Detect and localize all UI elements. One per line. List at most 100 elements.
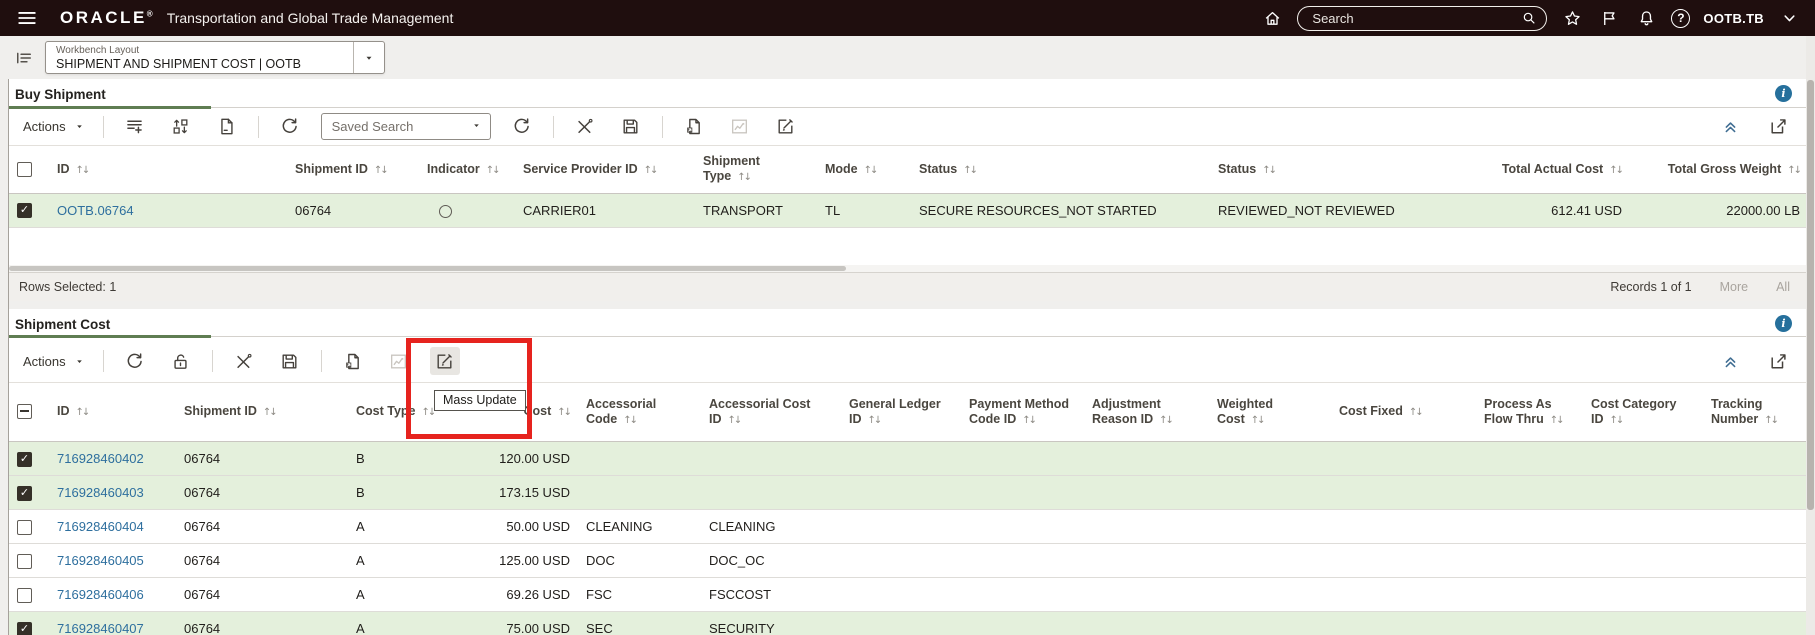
row-checkbox[interactable]: ✓ xyxy=(17,451,32,467)
cut-icon[interactable] xyxy=(570,113,600,141)
search-input[interactable] xyxy=(1310,9,1522,27)
sort-icon[interactable]: ↑↓ xyxy=(76,165,91,176)
empty-rows-area xyxy=(9,227,1806,265)
user-chevron-down-icon[interactable] xyxy=(1777,6,1801,30)
row-id-link[interactable]: 716928460404 xyxy=(57,519,144,534)
scrollbar-thumb[interactable] xyxy=(1807,80,1814,510)
sort-icon[interactable]: ↑↓ xyxy=(737,172,752,183)
row-id-link[interactable]: OOTB.06764 xyxy=(57,203,134,218)
sort-icon[interactable]: ↑↓ xyxy=(644,165,659,176)
info-icon[interactable]: i xyxy=(1775,85,1792,102)
saved-search-select[interactable]: Saved Search xyxy=(320,113,491,140)
sort-icon[interactable]: ↑↓ xyxy=(623,415,638,426)
vertical-scrollbar[interactable] xyxy=(1806,36,1815,635)
sort-icon[interactable]: ↑↓ xyxy=(1159,415,1174,426)
global-search[interactable] xyxy=(1297,5,1548,31)
search-icon[interactable] xyxy=(1521,10,1537,26)
sort-icon[interactable]: ↑↓ xyxy=(1609,165,1624,176)
notifications-bell-icon[interactable] xyxy=(1634,6,1658,30)
sort-icon[interactable]: ↑↓ xyxy=(1550,415,1565,426)
sort-icon[interactable]: ↑↓ xyxy=(868,415,883,426)
row-checkbox[interactable] xyxy=(17,553,32,569)
workbench-layout-select[interactable]: Workbench Layout SHIPMENT AND SHIPMENT C… xyxy=(45,41,385,74)
row-checkbox[interactable] xyxy=(17,587,32,603)
sort-icon[interactable]: ↑↓ xyxy=(1251,415,1266,426)
cell-cost-category-id xyxy=(1583,509,1703,544)
export-icon[interactable] xyxy=(679,113,709,141)
refresh-icon[interactable] xyxy=(275,113,305,141)
row-checkbox[interactable]: ✓ xyxy=(17,485,32,501)
all-button[interactable]: All xyxy=(1776,280,1790,294)
row-checkbox[interactable] xyxy=(17,519,32,535)
expand-panel-icon[interactable] xyxy=(1766,113,1790,141)
sort-icon[interactable]: ↑↓ xyxy=(1610,415,1625,426)
sort-icon[interactable]: ↑↓ xyxy=(557,407,572,418)
sort-icon[interactable]: ↑↓ xyxy=(1262,165,1277,176)
actions-menu-button[interactable]: Actions xyxy=(21,354,87,369)
hamburger-menu-icon[interactable] xyxy=(14,5,40,31)
actions-menu-button[interactable]: Actions xyxy=(21,119,87,134)
home-icon[interactable] xyxy=(1260,6,1284,30)
run-search-icon[interactable] xyxy=(507,113,537,141)
edit-icon[interactable] xyxy=(771,113,801,141)
sort-icon[interactable]: ↑↓ xyxy=(76,407,91,418)
horizontal-scrollbar[interactable] xyxy=(9,264,1806,272)
help-icon[interactable]: ? xyxy=(1671,8,1691,28)
sort-icon[interactable]: ↑↓ xyxy=(963,165,978,176)
sort-icon[interactable]: ↑↓ xyxy=(1022,415,1037,426)
indicator-radio[interactable] xyxy=(439,204,452,218)
table-row: 716928460406 06764 A 69.26 USD FSC FSCCOST xyxy=(9,577,1808,612)
row-checkbox[interactable]: ✓ xyxy=(17,203,32,219)
scrollbar-thumb[interactable] xyxy=(9,265,846,271)
sort-icon[interactable]: ↑↓ xyxy=(263,407,278,418)
favorites-star-icon[interactable] xyxy=(1560,6,1584,30)
cell-payment-method-code-id xyxy=(961,509,1084,544)
cell-id: 716928460403 xyxy=(49,475,176,510)
expand-panel-icon[interactable] xyxy=(1766,347,1790,375)
unlock-icon[interactable] xyxy=(166,347,196,375)
sort-icon[interactable]: ↑↓ xyxy=(374,165,389,176)
col-header-service-provider-id: Service Provider ID ↑↓ xyxy=(523,161,659,176)
sort-icon[interactable]: ↑↓ xyxy=(486,165,501,176)
row-id-link[interactable]: 716928460406 xyxy=(57,587,144,602)
export-icon[interactable] xyxy=(338,347,368,375)
cell-cost: 120.00 USD xyxy=(463,441,578,476)
compare-rows-icon[interactable] xyxy=(166,113,196,141)
cell-cost-fixed xyxy=(1331,577,1476,612)
sort-icon[interactable]: ↑↓ xyxy=(864,165,879,176)
row-checkbox[interactable]: ✓ xyxy=(17,621,32,635)
col-header-cost-category-id: Cost Category ID ↑↓ xyxy=(1591,396,1677,426)
col-header-cost-fixed: Cost Fixed ↑↓ xyxy=(1339,404,1424,419)
add-rows-icon[interactable] xyxy=(120,113,150,141)
mass-update-edit-icon[interactable] xyxy=(429,347,460,375)
row-id-link[interactable]: 716928460403 xyxy=(57,485,144,500)
cut-icon[interactable] xyxy=(229,347,259,375)
row-id-link[interactable]: 716928460407 xyxy=(57,621,144,635)
cell-shipment-id: 06764 xyxy=(176,577,348,612)
row-id-link[interactable]: 716928460402 xyxy=(57,451,144,466)
sort-icon[interactable]: ↑↓ xyxy=(422,407,437,418)
flag-icon[interactable] xyxy=(1597,6,1621,30)
cell-tracking-number xyxy=(1703,543,1808,578)
info-icon[interactable]: i xyxy=(1775,314,1792,332)
records-count-label: Records 1 of 1 xyxy=(1610,279,1692,294)
select-all-checkbox[interactable] xyxy=(17,161,32,177)
sort-icon[interactable]: ↑↓ xyxy=(1787,165,1802,176)
sort-icon[interactable]: ↑↓ xyxy=(1409,407,1424,418)
sort-icon[interactable]: ↑↓ xyxy=(728,415,743,426)
new-document-icon[interactable] xyxy=(212,113,242,141)
refresh-icon[interactable] xyxy=(120,347,150,375)
sort-icon[interactable]: ↑↓ xyxy=(1764,415,1779,426)
rows-selected-label: Rows Selected: 1 xyxy=(19,279,117,294)
save-icon[interactable] xyxy=(275,347,305,375)
buy-shipment-title-row: Buy Shipment i xyxy=(9,79,1806,109)
user-menu[interactable]: OOTB.TB xyxy=(1703,11,1764,26)
collapse-panel-icon[interactable] xyxy=(1718,347,1742,375)
row-id-link[interactable]: 716928460405 xyxy=(57,553,144,568)
workbench-dropdown-arrow[interactable] xyxy=(353,42,384,73)
workbench-layout-icon[interactable] xyxy=(12,46,36,70)
more-button[interactable]: More xyxy=(1720,280,1748,294)
select-all-checkbox[interactable] xyxy=(17,404,32,420)
collapse-panel-icon[interactable] xyxy=(1718,113,1742,141)
save-icon[interactable] xyxy=(616,113,646,141)
